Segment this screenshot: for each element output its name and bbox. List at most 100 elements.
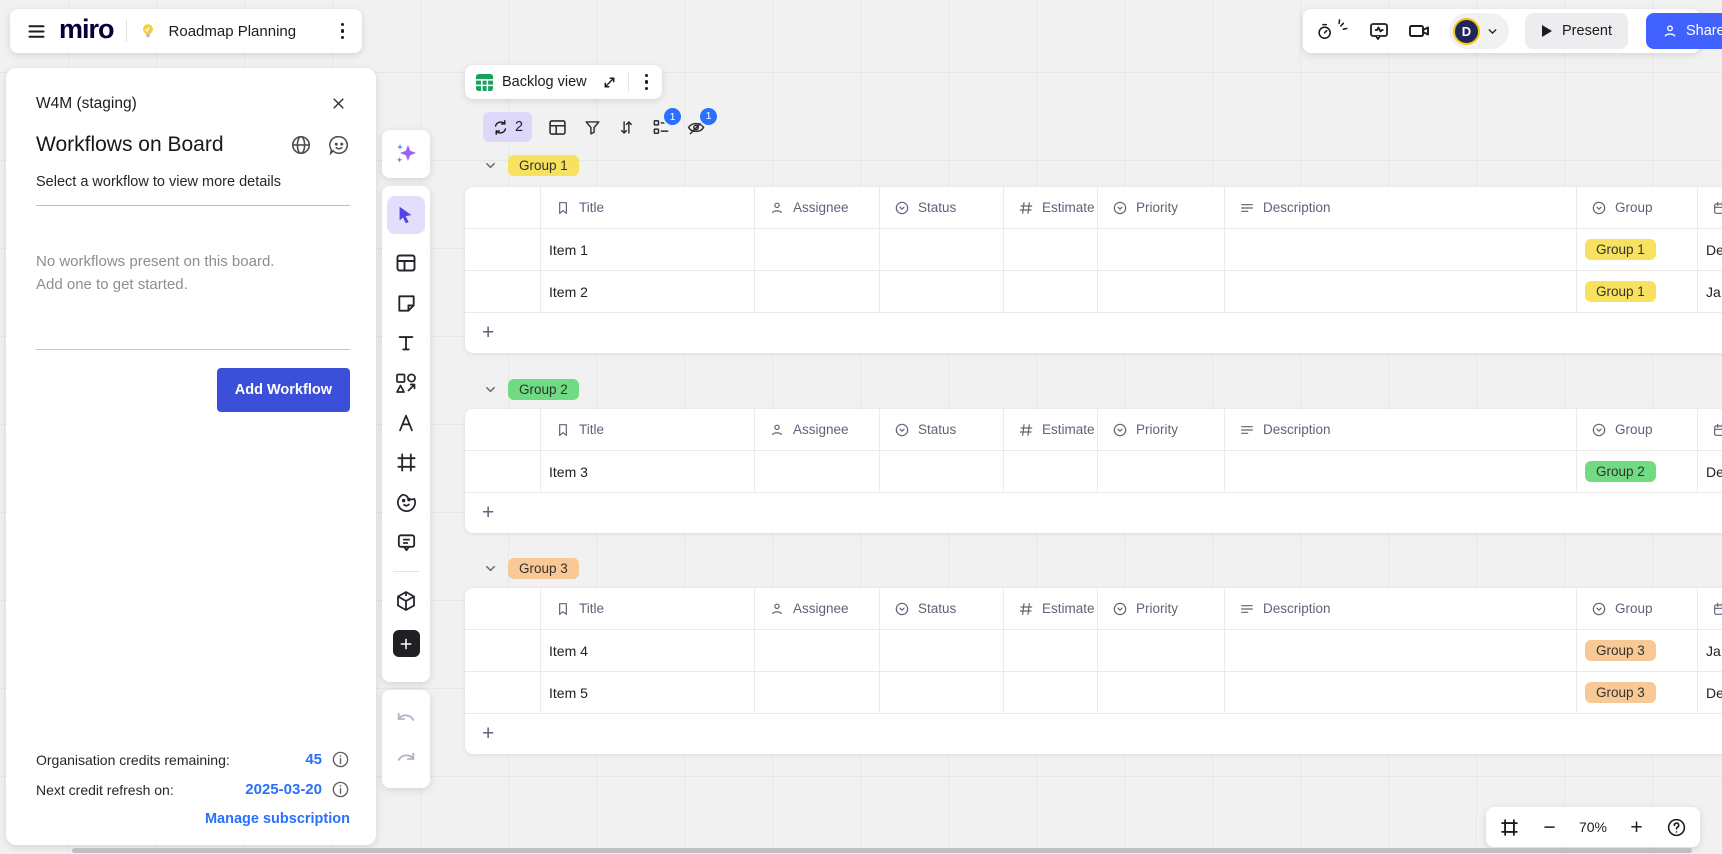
info-icon[interactable] xyxy=(331,780,350,799)
chevron-down-icon[interactable] xyxy=(483,158,498,173)
group-by-icon[interactable]: 1 xyxy=(651,117,671,137)
play-icon xyxy=(1541,24,1553,38)
group-chip[interactable]: Group 2 xyxy=(1585,461,1656,482)
group-chip[interactable]: Group 2 xyxy=(508,379,579,400)
person-icon xyxy=(769,422,785,438)
group-header-row[interactable]: Group 3 xyxy=(483,558,579,579)
layout-icon[interactable] xyxy=(547,117,568,138)
tools-toolbar xyxy=(382,186,430,682)
zoom-in-button[interactable]: + xyxy=(1630,817,1642,838)
group-chip[interactable]: Group 1 xyxy=(1585,239,1656,260)
text-tool[interactable] xyxy=(395,332,417,354)
board-title[interactable]: Roadmap Planning xyxy=(169,23,297,40)
info-icon[interactable] xyxy=(331,750,350,769)
templates-tool[interactable] xyxy=(394,251,418,275)
status-dropdown-icon xyxy=(1112,422,1128,438)
sticker-tool[interactable] xyxy=(395,491,418,514)
account-menu[interactable]: D xyxy=(1449,13,1509,49)
undo-icon[interactable] xyxy=(395,710,417,728)
add-row-button[interactable]: + xyxy=(465,714,1722,754)
chevron-down-icon[interactable] xyxy=(483,561,498,576)
timer-confetti-icon[interactable] xyxy=(1317,18,1351,44)
globe-icon[interactable] xyxy=(290,134,312,156)
horizontal-scrollbar[interactable] xyxy=(72,848,1692,853)
group-chip[interactable]: Group 3 xyxy=(1585,682,1656,703)
sort-icon[interactable] xyxy=(617,118,636,137)
table-header-row: Title Assignee Status Estimate Priority … xyxy=(465,588,1722,630)
table-section: Title Assignee Status Estimate Priority … xyxy=(465,588,1722,754)
apps-cube-tool[interactable] xyxy=(394,589,418,613)
expand-icon[interactable] xyxy=(601,74,618,91)
empty-state-text: No workflows present on this board. Add … xyxy=(36,250,350,297)
table-row[interactable]: Item 1 Group 1 De xyxy=(465,229,1722,271)
miro-logo[interactable]: miro xyxy=(59,14,114,45)
fit-to-screen-icon[interactable] xyxy=(1499,817,1520,838)
filter-icon[interactable] xyxy=(583,118,602,137)
select-tool[interactable] xyxy=(387,196,425,234)
help-icon[interactable] xyxy=(1666,817,1687,838)
table-header-row: Title Assignee Status Estimate Priority … xyxy=(465,187,1722,229)
video-camera-icon[interactable] xyxy=(1407,19,1433,43)
zoom-out-button[interactable]: − xyxy=(1543,817,1555,838)
add-row-button[interactable]: + xyxy=(465,493,1722,533)
sync-button[interactable]: 2 xyxy=(483,112,532,142)
group-header-row[interactable]: Group 2 xyxy=(483,379,579,400)
group-chip[interactable]: Group 3 xyxy=(508,558,579,579)
refresh-label: Next credit refresh on: xyxy=(36,782,174,798)
group-chip[interactable]: Group 3 xyxy=(1585,640,1656,661)
shapes-tool[interactable] xyxy=(394,371,418,395)
zoom-controls: − 70% + xyxy=(1486,807,1700,847)
zoom-level[interactable]: 70% xyxy=(1579,819,1607,835)
group-chip[interactable]: Group 1 xyxy=(508,155,579,176)
share-button[interactable]: Share xyxy=(1646,13,1722,49)
add-workflow-button[interactable]: Add Workflow xyxy=(217,368,350,412)
credits-value: 45 xyxy=(305,751,322,768)
redo-icon[interactable] xyxy=(395,750,417,768)
hash-icon xyxy=(1018,200,1034,216)
table-row[interactable]: Item 5 Group 3 De xyxy=(465,672,1722,714)
status-dropdown-icon xyxy=(1591,200,1607,216)
status-dropdown-icon xyxy=(894,601,910,617)
undo-redo-bar xyxy=(382,690,430,788)
add-row-button[interactable]: + xyxy=(465,313,1722,353)
add-tool-button[interactable] xyxy=(393,630,420,657)
hash-icon xyxy=(1018,601,1034,617)
frame-tool[interactable] xyxy=(395,451,418,474)
text-lines-icon xyxy=(1239,200,1255,216)
table-row[interactable]: Item 2 Group 1 Ja xyxy=(465,271,1722,313)
top-right-bar: D Present Share xyxy=(1303,9,1700,53)
hide-fields-icon[interactable]: 1 xyxy=(686,117,707,138)
close-icon[interactable] xyxy=(327,92,350,115)
reactions-icon[interactable] xyxy=(1367,19,1391,43)
hamburger-menu-icon[interactable] xyxy=(26,21,47,42)
person-icon xyxy=(769,200,785,216)
sticky-note-tool[interactable] xyxy=(395,292,418,315)
chevron-down-icon xyxy=(1486,25,1499,38)
view-menu-kebab-icon[interactable] xyxy=(639,70,655,95)
board-menu-kebab-icon[interactable] xyxy=(335,19,351,44)
group-chip[interactable]: Group 1 xyxy=(1585,281,1656,302)
group-header-row[interactable]: Group 1 xyxy=(483,155,579,176)
table-row[interactable]: Item 4 Group 3 Ja xyxy=(465,630,1722,672)
table-row[interactable]: Item 3 Group 2 De xyxy=(465,451,1722,493)
ai-sparkles-button[interactable] xyxy=(382,130,430,178)
sync-icon xyxy=(492,119,509,136)
hash-icon xyxy=(1018,422,1034,438)
comment-tool[interactable] xyxy=(395,531,418,554)
status-dropdown-icon xyxy=(894,422,910,438)
table-section: Title Assignee Status Estimate Priority … xyxy=(465,187,1722,353)
present-button[interactable]: Present xyxy=(1525,13,1628,49)
feedback-smiley-icon[interactable] xyxy=(328,134,350,156)
chevron-down-icon[interactable] xyxy=(483,382,498,397)
view-title: Backlog view xyxy=(502,74,587,90)
bookmark-icon xyxy=(555,601,571,617)
calendar-icon xyxy=(1712,200,1722,216)
backlog-view-pill[interactable]: Backlog view xyxy=(465,65,662,99)
divider xyxy=(393,571,419,572)
board-canvas[interactable]: miro Roadmap Planning D Present xyxy=(0,0,1722,854)
table-header-row: Title Assignee Status Estimate Priority … xyxy=(465,409,1722,451)
avatar[interactable]: D xyxy=(1453,18,1480,45)
pen-tool[interactable] xyxy=(395,412,417,434)
manage-subscription-link[interactable]: Manage subscription xyxy=(36,811,350,827)
divider xyxy=(36,349,350,350)
